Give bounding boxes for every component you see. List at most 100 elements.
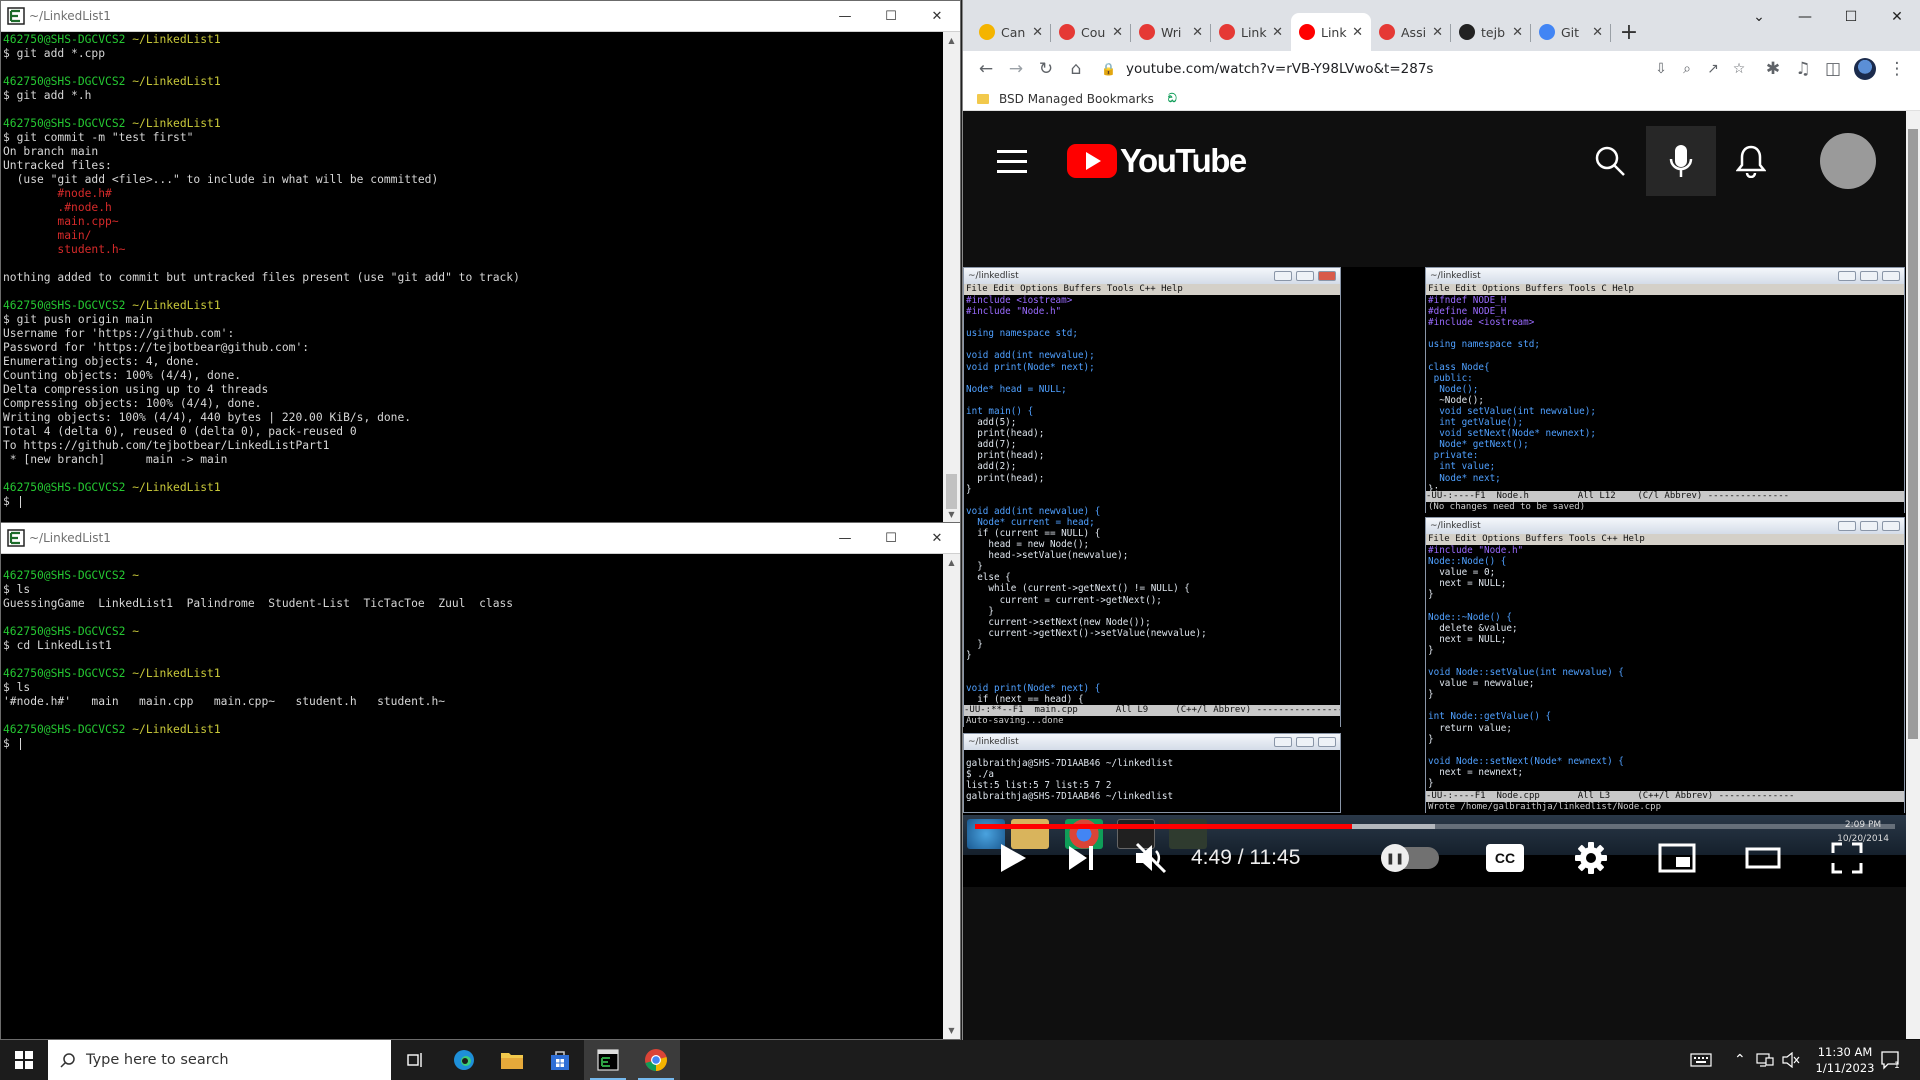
terminal-scrollbar[interactable]: ▲ ▼	[943, 32, 960, 523]
scroll-down-arrow-icon[interactable]: ▼	[943, 506, 960, 523]
terminal-titlebar[interactable]: ~/LinkedList1 — ☐ ✕	[1, 523, 960, 554]
browser-tab[interactable]: Git ✕	[1531, 13, 1611, 51]
bookmark-star-icon[interactable]: ☆	[1726, 61, 1752, 77]
chrome-taskbar-icon[interactable]	[632, 1040, 680, 1080]
terminal-line-text: nothing added to commit but untracked fi…	[3, 271, 520, 284]
terminal-line-text: '#node.h#' main main.cpp main.cpp~ stude…	[3, 695, 446, 708]
fullscreen-icon[interactable]	[1823, 833, 1871, 883]
hamburger-menu-icon[interactable]	[997, 149, 1027, 173]
profile-avatar[interactable]	[1854, 58, 1876, 80]
tray-chevron-up-icon[interactable]: ⌃	[1734, 1040, 1746, 1080]
maximize-button[interactable]: ☐	[868, 523, 914, 553]
bookmark-folder-label[interactable]: BSD Managed Bookmarks	[999, 92, 1154, 106]
terminal-titlebar[interactable]: ~/LinkedList1 — ☐ ✕	[1, 1, 960, 32]
taskbar-clock[interactable]: 11:30 AM 1/11/2023	[1810, 1044, 1880, 1076]
close-button[interactable]: ✕	[914, 523, 960, 553]
browser-tab[interactable]: Link ✕	[1291, 13, 1371, 51]
microsoft-store-icon[interactable]	[536, 1040, 584, 1080]
video-code-line: head->setValue(newvalue);	[966, 550, 1129, 562]
youtube-play-logo-icon	[1067, 144, 1117, 178]
edge-browser-icon[interactable]	[440, 1040, 488, 1080]
scrollbar-thumb[interactable]	[1908, 129, 1918, 739]
tab-close-icon[interactable]: ✕	[1272, 25, 1283, 40]
video-code-line: }	[966, 561, 983, 573]
terminal-line-text: 462750@SHS-DGCVCS2	[3, 667, 133, 680]
tab-close-icon[interactable]: ✕	[1592, 25, 1603, 40]
video-player[interactable]: ~/linkedlist File Edit Options Buffers T…	[963, 267, 1907, 887]
terminal-scrollbar[interactable]: ▲ ▼	[943, 554, 960, 1039]
browser-tab[interactable]: Cou ✕	[1051, 13, 1131, 51]
tab-search-chevron-icon[interactable]: ⌄	[1736, 0, 1782, 34]
lock-icon[interactable]: 🔒	[1101, 62, 1116, 76]
account-avatar[interactable]	[1820, 133, 1876, 189]
autoplay-toggle[interactable]: ❚❚	[1381, 833, 1441, 883]
next-video-icon[interactable]	[1057, 833, 1105, 883]
scrollbar-thumb[interactable]	[946, 473, 957, 509]
menu-kebab-icon[interactable]: ⋮	[1882, 54, 1912, 84]
browser-tab[interactable]: Wri ✕	[1131, 13, 1211, 51]
tab-close-icon[interactable]: ✕	[1192, 25, 1203, 40]
network-icon[interactable]	[1756, 1040, 1774, 1080]
install-icon[interactable]: ⇩	[1648, 61, 1674, 77]
settings-gear-icon[interactable]	[1567, 833, 1615, 883]
tab-close-icon[interactable]: ✕	[1432, 25, 1443, 40]
video-code-line: void add(int newvalue) {	[966, 505, 1101, 517]
closed-captions-button[interactable]: CC	[1481, 833, 1529, 883]
terminal-line: Compressing objects: 100% (4/4), done.	[3, 397, 943, 411]
microphone-icon[interactable]	[1646, 126, 1716, 196]
media-control-icon[interactable]: ♫	[1788, 54, 1818, 84]
terminal-window-top[interactable]: ~/LinkedList1 — ☐ ✕ 462750@SHS-DGCVCS2 ~…	[0, 0, 961, 524]
zoom-icon[interactable]: ⌕	[1674, 61, 1700, 77]
minimize-button[interactable]: —	[822, 1, 868, 31]
address-bar[interactable]: 🔒 youtube.com/watch?v=rVB-Y98LVwo&t=287s…	[1097, 55, 1752, 83]
browser-tab[interactable]: Can ✕	[971, 13, 1051, 51]
mintty-taskbar-icon[interactable]	[584, 1040, 632, 1080]
video-progress-bar[interactable]	[975, 824, 1895, 829]
browser-tab[interactable]: Assi ✕	[1371, 13, 1451, 51]
notifications-bell-icon[interactable]	[1716, 126, 1786, 196]
tab-close-icon[interactable]: ✕	[1352, 25, 1363, 40]
close-button[interactable]: ✕	[1874, 0, 1920, 34]
maximize-button[interactable]: ☐	[868, 1, 914, 31]
minimize-button[interactable]: —	[1782, 0, 1828, 34]
page-scrollbar[interactable]	[1906, 111, 1920, 1039]
forward-arrow-icon[interactable]: →	[1001, 54, 1031, 84]
back-arrow-icon[interactable]: ←	[971, 54, 1001, 84]
browser-tab[interactable]: Link ✕	[1211, 13, 1291, 51]
browser-tab[interactable]: tejb ✕	[1451, 13, 1531, 51]
tab-close-icon[interactable]: ✕	[1112, 25, 1123, 40]
scroll-down-arrow-icon[interactable]: ▼	[943, 1022, 960, 1039]
play-icon[interactable]	[989, 833, 1037, 883]
youtube-logo[interactable]: YouTube	[1067, 142, 1247, 180]
tab-close-icon[interactable]: ✕	[1032, 25, 1043, 40]
theater-mode-icon[interactable]	[1739, 833, 1787, 883]
tab-close-icon[interactable]: ✕	[1512, 25, 1523, 40]
scroll-up-arrow-icon[interactable]: ▲	[943, 554, 960, 571]
terminal-output[interactable]: 462750@SHS-DGCVCS2 ~ $ ls GuessingGame Lin…	[1, 554, 943, 1039]
task-view-icon[interactable]	[392, 1040, 440, 1080]
start-windows-icon[interactable]	[0, 1040, 48, 1080]
reload-icon[interactable]: ↻	[1031, 54, 1061, 84]
folder-icon[interactable]	[977, 93, 989, 104]
new-tab-button[interactable]: +	[1611, 13, 1647, 51]
search-icon[interactable]	[1575, 126, 1645, 196]
side-panel-icon[interactable]: ◫	[1818, 54, 1848, 84]
taskbar-search-box[interactable]: Type here to search	[48, 1040, 391, 1080]
terminal-output[interactable]: 462750@SHS-DGCVCS2 ~/LinkedList1 $ git ad…	[1, 32, 943, 523]
notification-center-icon[interactable]: 1	[1880, 1040, 1902, 1080]
extensions-puzzle-icon[interactable]: ✱	[1758, 54, 1788, 84]
minimize-button[interactable]: —	[822, 523, 868, 553]
share-icon[interactable]: ↗	[1700, 61, 1726, 77]
volume-muted-icon[interactable]	[1125, 833, 1177, 883]
maximize-button[interactable]: ☐	[1828, 0, 1874, 34]
home-icon[interactable]: ⌂	[1061, 54, 1091, 84]
miniplayer-icon[interactable]	[1653, 833, 1701, 883]
keyboard-icon[interactable]	[1690, 1040, 1712, 1080]
terminal-window-bottom[interactable]: ~/LinkedList1 — ☐ ✕ 462750@SHS-DGCVCS2 ~…	[0, 522, 961, 1040]
bookmark-geeksforgeeks-icon[interactable]: ඞ	[1168, 91, 1177, 106]
file-explorer-icon[interactable]	[488, 1040, 536, 1080]
volume-muted-tray-icon[interactable]	[1782, 1040, 1800, 1080]
scroll-up-arrow-icon[interactable]: ▲	[943, 32, 960, 49]
chrome-window[interactable]: Can ✕ Cou ✕ Wri ✕ Link ✕ Link ✕ Assi ✕ tejb ✕ Git ✕ + ⌄…	[962, 0, 1920, 1040]
close-button[interactable]: ✕	[914, 1, 960, 31]
